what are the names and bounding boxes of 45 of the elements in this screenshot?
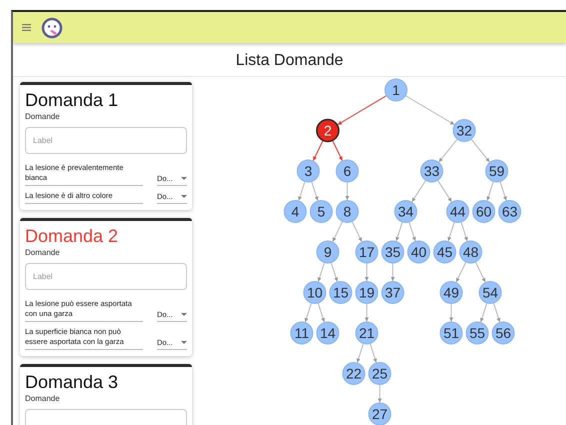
tree-node[interactable]: 10: [303, 281, 326, 304]
tree-node[interactable]: 37: [381, 281, 404, 304]
tree-node[interactable]: 22: [342, 362, 366, 385]
question-title: Domanda 2: [25, 226, 120, 246]
tree-node[interactable]: 25: [368, 362, 392, 385]
tree-node[interactable]: 1: [384, 78, 408, 102]
tree-node[interactable]: 40: [407, 240, 430, 264]
tree-node[interactable]: 15: [329, 281, 352, 304]
tree-node[interactable]: 6: [336, 160, 359, 182]
tree-node[interactable]: 32: [452, 119, 476, 142]
tree-node[interactable]: 56: [492, 322, 515, 344]
tree-node[interactable]: 51: [440, 322, 463, 344]
tree-node[interactable]: 27: [368, 402, 392, 425]
tree-node[interactable]: 17: [355, 240, 378, 264]
label-field[interactable]: Label: [25, 127, 187, 154]
tree-node[interactable]: 11: [290, 322, 314, 344]
tree-node[interactable]: 35: [381, 240, 404, 264]
tree-node[interactable]: 4: [284, 200, 307, 223]
tree-node[interactable]: 9: [316, 240, 340, 264]
question-card[interactable]: Domanda 3 Domande: [20, 364, 192, 425]
tree-node[interactable]: 14: [316, 322, 340, 344]
tree-node[interactable]: 19: [355, 281, 378, 304]
tree-node[interactable]: 33: [420, 160, 444, 182]
tree-node[interactable]: 44: [446, 200, 470, 223]
question-title: Domanda 3: [25, 372, 120, 392]
tree-node[interactable]: 49: [440, 281, 463, 304]
page-title: Lista Domande: [13, 43, 566, 77]
tree-node[interactable]: 60: [472, 200, 496, 223]
tree-node[interactable]: 3: [296, 160, 320, 182]
tree-node[interactable]: 8: [336, 200, 359, 223]
tree-node[interactable]: 48: [459, 240, 482, 264]
tree-node[interactable]: 55: [466, 322, 489, 344]
tree-node[interactable]: 63: [498, 200, 522, 223]
question-title: Domanda 1: [25, 90, 120, 110]
tree-node[interactable]: 45: [433, 240, 456, 264]
label-field[interactable]: Label: [25, 263, 187, 290]
tree-node[interactable]: 21: [355, 322, 378, 344]
question-subtitle: Domande: [25, 394, 61, 403]
tree-node[interactable]: 34: [394, 200, 418, 223]
tree-node[interactable]: 5: [310, 200, 333, 223]
question-subtitle: Domande: [25, 112, 61, 121]
tree-node[interactable]: 59: [485, 160, 508, 182]
question-subtitle: Domande: [25, 248, 61, 257]
tree-node[interactable]: 54: [478, 281, 502, 304]
tree-node[interactable]: 2: [316, 118, 340, 142]
